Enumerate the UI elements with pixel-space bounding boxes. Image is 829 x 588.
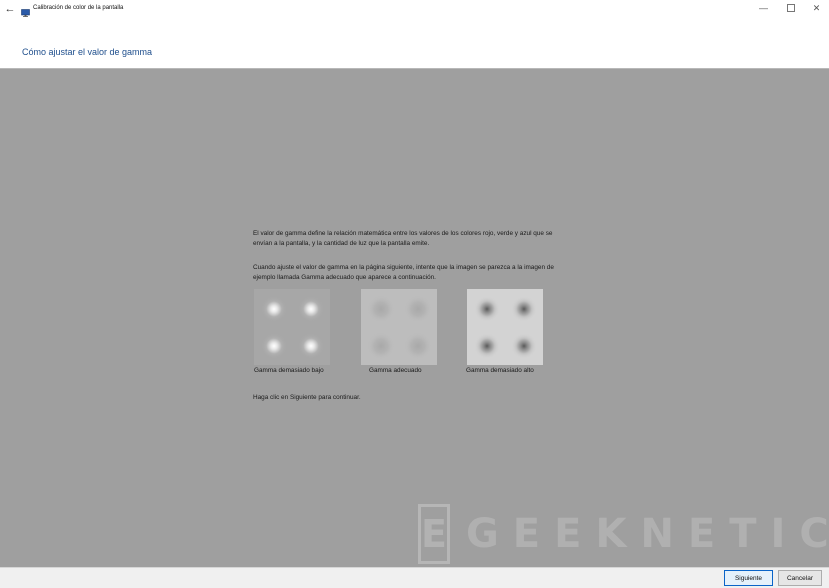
cancel-button[interactable]: Cancelar [778,570,822,586]
gamma-too-low-sample [254,289,330,365]
watermark-logo: E [418,504,450,564]
page-header: Cómo ajustar el valor de gamma [0,18,829,69]
page-title: Cómo ajustar el valor de gamma [22,47,153,57]
gamma-correct-sample [361,289,437,365]
gamma-too-high-caption: Gamma demasiado alto [466,367,534,374]
window-title: Calibración de color de la pantalla [33,5,124,11]
gamma-too-high-sample [467,289,543,365]
continue-instruction: Haga clic en Siguiente para continuar. [253,394,361,401]
display-monitor-icon [21,4,30,17]
gamma-instructions: Cuando ajuste el valor de gamma en la pá… [253,264,554,281]
next-button[interactable]: Siguiente [724,570,773,586]
watermark-text: GEEKNETIC [465,511,829,557]
minimize-icon[interactable]: — [750,0,777,16]
footer-bar: Siguiente Cancelar [0,567,829,588]
title-bar: ← Calibración de color de la pantalla — … [0,0,829,18]
gamma-description: El valor de gamma define la relación mat… [253,230,553,247]
back-arrow-icon[interactable]: ← [3,2,17,16]
gamma-too-low-caption: Gamma demasiado bajo [254,367,324,374]
maximize-icon[interactable] [777,0,804,16]
watermark: E GEEKNETIC [418,504,829,564]
close-icon[interactable]: ✕ [803,0,829,16]
content-area: El valor de gamma define la relación mat… [0,69,829,567]
gamma-correct-caption: Gamma adecuado [369,367,422,374]
